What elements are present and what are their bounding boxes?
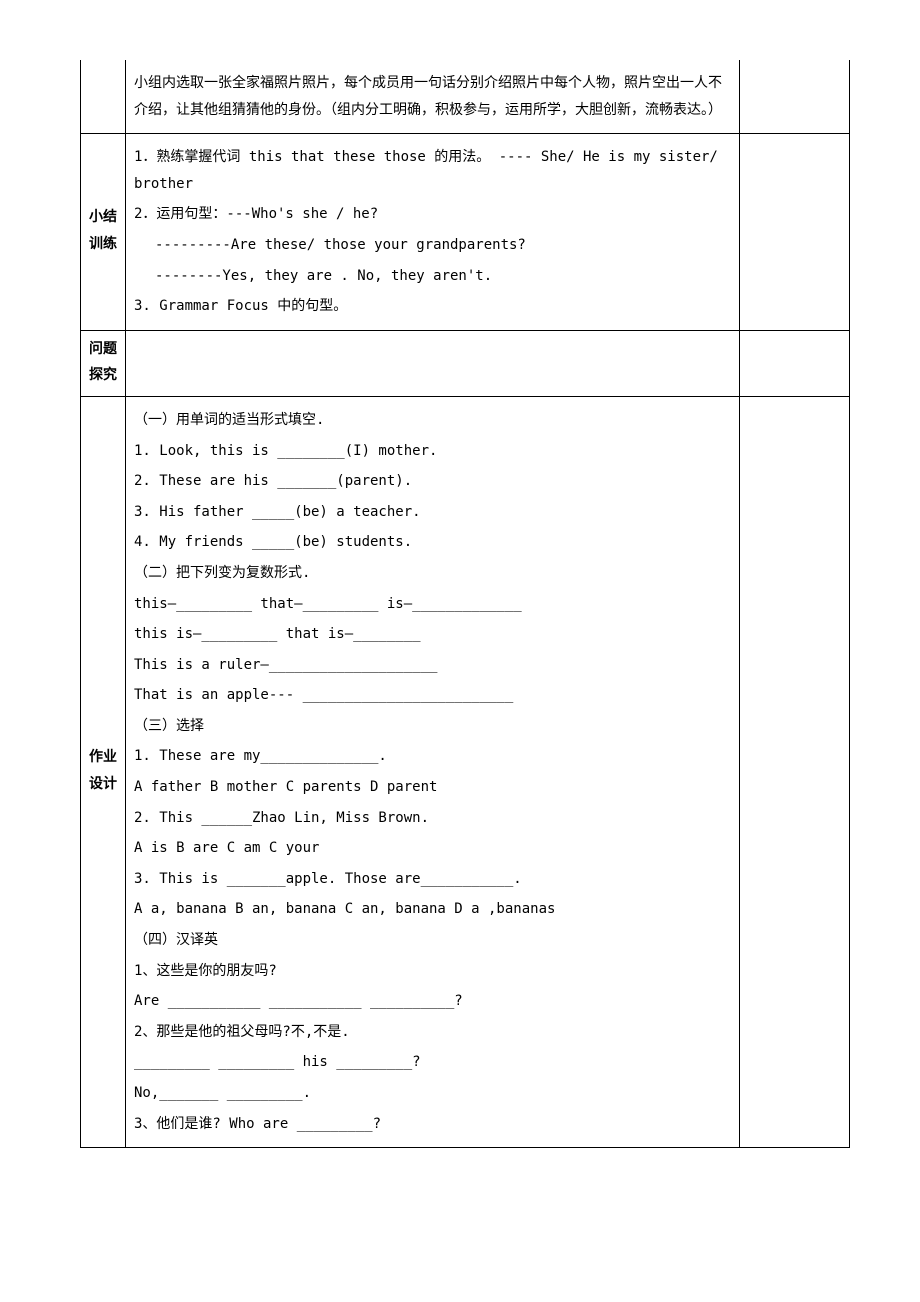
paragraph: 1、这些是你的朋友吗?	[134, 958, 731, 985]
paragraph: A father B mother C parents D parent	[134, 774, 731, 801]
paragraph: 1．熟练掌握代词 this that these those 的用法。 ----…	[134, 144, 731, 197]
row-label: 问题探究	[81, 330, 126, 396]
paragraph: this is—_________ that is—________	[134, 621, 731, 648]
paragraph: 2. This ______Zhao Lin, Miss Brown.	[134, 805, 731, 832]
paragraph: Are ___________ ___________ __________?	[134, 988, 731, 1015]
paragraph: 2. These are his _______(parent).	[134, 468, 731, 495]
paragraph: （四）汉译英	[134, 927, 731, 954]
row-label: 小结训练	[81, 134, 126, 331]
row-notes	[740, 60, 850, 134]
row-notes	[740, 134, 850, 331]
paragraph: 2、那些是他的祖父母吗?不,不是.	[134, 1019, 731, 1046]
paragraph: This is a ruler—____________________	[134, 652, 731, 679]
table-row: 小结训练 1．熟练掌握代词 this that these those 的用法。…	[81, 134, 850, 331]
paragraph: --------Yes, they are . No, they aren't.	[134, 263, 731, 290]
table-row: 作业设计 （一）用单词的适当形式填空. 1. Look, this is ___…	[81, 396, 850, 1147]
paragraph: （二）把下列变为复数形式.	[134, 560, 731, 587]
paragraph: 小组内选取一张全家福照片照片，每个成员用一句话分别介绍照片中每个人物，照片空出一…	[134, 70, 731, 123]
row-content: （一）用单词的适当形式填空. 1. Look, this is ________…	[126, 396, 740, 1147]
row-notes	[740, 330, 850, 396]
paragraph: ---------Are these/ those your grandpare…	[134, 232, 731, 259]
lesson-table: 小组内选取一张全家福照片照片，每个成员用一句话分别介绍照片中每个人物，照片空出一…	[80, 60, 850, 1148]
row-content	[126, 330, 740, 396]
paragraph: 3. This is _______apple. Those are______…	[134, 866, 731, 893]
paragraph: this—_________ that—_________ is—_______…	[134, 591, 731, 618]
paragraph: A is B are C am C your	[134, 835, 731, 862]
paragraph: 1. Look, this is ________(I) mother.	[134, 438, 731, 465]
paragraph: 1. These are my______________.	[134, 743, 731, 770]
row-content: 小组内选取一张全家福照片照片，每个成员用一句话分别介绍照片中每个人物，照片空出一…	[126, 60, 740, 134]
paragraph: （三）选择	[134, 713, 731, 740]
paragraph: 3、他们是谁? Who are _________?	[134, 1111, 731, 1138]
paragraph: That is an apple--- ____________________…	[134, 682, 731, 709]
table-row: 小组内选取一张全家福照片照片，每个成员用一句话分别介绍照片中每个人物，照片空出一…	[81, 60, 850, 134]
document-page: 小组内选取一张全家福照片照片，每个成员用一句话分别介绍照片中每个人物，照片空出一…	[0, 0, 920, 1188]
paragraph: 3. Grammar Focus 中的句型。	[134, 293, 731, 320]
row-content: 1．熟练掌握代词 this that these those 的用法。 ----…	[126, 134, 740, 331]
row-label	[81, 60, 126, 134]
paragraph: 4. My friends _____(be) students.	[134, 529, 731, 556]
paragraph: 3. His father _____(be) a teacher.	[134, 499, 731, 526]
paragraph: （一）用单词的适当形式填空.	[134, 407, 731, 434]
paragraph: 2．运用句型：---Who's she / he?	[134, 201, 731, 228]
paragraph: _________ _________ his _________?	[134, 1049, 731, 1076]
table-row: 问题探究	[81, 330, 850, 396]
paragraph: A a, banana B an, banana C an, banana D …	[134, 896, 731, 923]
row-label: 作业设计	[81, 396, 126, 1147]
row-notes	[740, 396, 850, 1147]
paragraph: No,_______ _________.	[134, 1080, 731, 1107]
